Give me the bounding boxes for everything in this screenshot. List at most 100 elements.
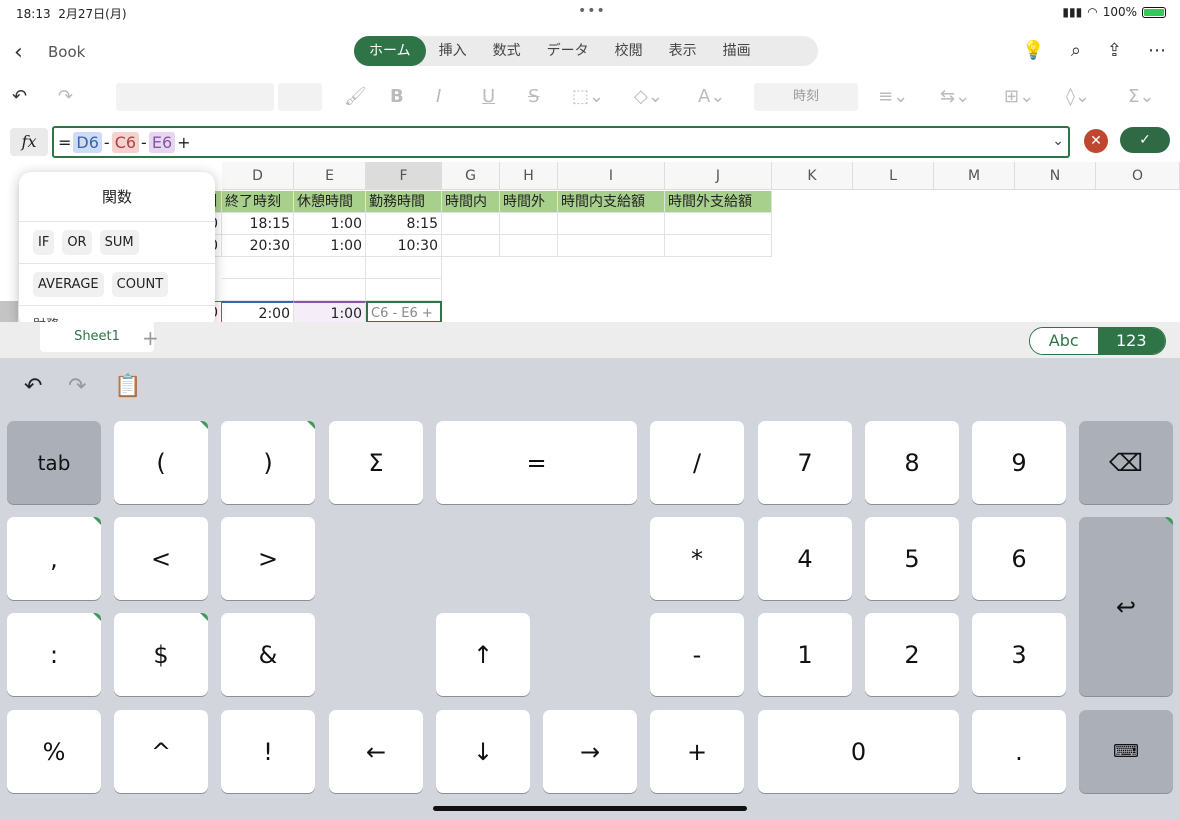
mode-abc-button[interactable]: Abc	[1030, 328, 1098, 354]
cell-f-header[interactable]: 勤務時間	[366, 191, 442, 213]
column-header-f[interactable]: F	[366, 162, 442, 190]
confirm-formula-button[interactable]: ✓	[1120, 127, 1170, 153]
key-period[interactable]: .	[972, 710, 1066, 793]
bold-icon[interactable]: B	[390, 86, 404, 107]
cell-d-header[interactable]: 終了時刻	[222, 191, 294, 213]
clipboard-icon[interactable]: 📋	[114, 374, 141, 399]
formula-ref-d6[interactable]: D6	[73, 131, 102, 153]
key-1[interactable]: 1	[758, 613, 852, 696]
key-2[interactable]: 2	[865, 613, 959, 696]
cell-i-header[interactable]: 時間内支給額	[558, 191, 665, 213]
function-if-button[interactable]: IF	[33, 230, 55, 255]
fill-color-icon[interactable]: ◇⌄	[634, 86, 663, 107]
key-dollar[interactable]: $	[114, 613, 208, 696]
font-size-box[interactable]	[278, 83, 322, 111]
cell-d-row1[interactable]: 18:15	[222, 213, 294, 235]
cell-empty[interactable]	[500, 235, 558, 257]
cell-d6-highlight[interactable]: 2:00	[222, 301, 294, 322]
column-header-e[interactable]: E	[294, 162, 366, 190]
column-header-n[interactable]: N	[1015, 162, 1096, 190]
cell-empty[interactable]	[442, 213, 500, 235]
function-count-button[interactable]: COUNT	[111, 272, 169, 297]
formula-ref-e6[interactable]: E6	[148, 131, 176, 153]
key-arrow-right[interactable]: →	[543, 710, 637, 793]
tab-draw[interactable]: 描画	[710, 36, 764, 66]
search-icon[interactable]: ⌕	[1071, 40, 1081, 61]
wrap-icon[interactable]: ⇆⌄	[940, 86, 970, 107]
more-icon[interactable]: ⋯	[1148, 40, 1166, 61]
keyboard-undo-icon[interactable]: ↶	[24, 374, 42, 399]
cell-e-row1[interactable]: 1:00	[294, 213, 366, 235]
key-caret[interactable]: ^	[114, 710, 208, 793]
row-header-6[interactable]	[0, 301, 18, 322]
key-backspace[interactable]: ⌫	[1079, 421, 1173, 504]
cancel-formula-button[interactable]: ✕	[1084, 129, 1108, 153]
sheet-tab-sheet1[interactable]: Sheet1	[40, 322, 154, 352]
key-sigma[interactable]: Σ	[329, 421, 423, 504]
eraser-icon[interactable]: ◊⌄	[1066, 86, 1090, 107]
formula-ref-c6[interactable]: C6	[111, 131, 140, 153]
key-return[interactable]: ↩	[1079, 517, 1173, 696]
cell-j-header[interactable]: 時間外支給額	[665, 191, 772, 213]
key-7[interactable]: 7	[758, 421, 852, 504]
key-arrow-down[interactable]: ↓	[436, 710, 530, 793]
key-dismiss-keyboard[interactable]: ⌨	[1079, 710, 1173, 793]
cell-empty[interactable]	[665, 213, 772, 235]
underline-icon[interactable]: U	[482, 86, 495, 107]
key-comma[interactable]: ,	[7, 517, 101, 600]
column-header-l[interactable]: L	[853, 162, 934, 190]
cell-empty[interactable]	[558, 213, 665, 235]
keyboard-redo-icon[interactable]: ↷	[68, 374, 86, 399]
column-header-g[interactable]: G	[442, 162, 500, 190]
key-minus[interactable]: -	[650, 613, 744, 696]
cell-empty[interactable]	[665, 235, 772, 257]
key-less-than[interactable]: <	[114, 517, 208, 600]
tab-view[interactable]: 表示	[656, 36, 710, 66]
strikethrough-icon[interactable]: S	[528, 86, 539, 107]
share-icon[interactable]: ⇪	[1107, 40, 1122, 61]
cell-f6-editing[interactable]: C6 - E6 +	[366, 301, 442, 322]
add-sheet-button[interactable]: +	[142, 326, 159, 350]
redo-icon[interactable]: ↷	[58, 86, 73, 107]
keyboard-mode-switch[interactable]: Abc 123	[1029, 327, 1166, 355]
key-6[interactable]: 6	[972, 517, 1066, 600]
tab-data[interactable]: データ	[534, 36, 602, 66]
tab-insert[interactable]: 挿入	[426, 36, 480, 66]
key-colon[interactable]: :	[7, 613, 101, 696]
number-format-box[interactable]: 時刻	[754, 83, 858, 111]
key-8[interactable]: 8	[865, 421, 959, 504]
column-header-o[interactable]: O	[1096, 162, 1180, 190]
font-name-box[interactable]	[116, 83, 274, 111]
key-5[interactable]: 5	[865, 517, 959, 600]
cell-empty[interactable]	[558, 235, 665, 257]
key-percent[interactable]: %	[7, 710, 101, 793]
function-or-button[interactable]: OR	[62, 230, 92, 255]
key-ampersand[interactable]: &	[221, 613, 315, 696]
column-header-k[interactable]: K	[772, 162, 853, 190]
key-asterisk[interactable]: *	[650, 517, 744, 600]
font-color-icon[interactable]: A⌄	[698, 86, 725, 107]
key-slash[interactable]: /	[650, 421, 744, 504]
format-painter-icon[interactable]: 🖌	[344, 86, 367, 107]
italic-icon[interactable]: I	[436, 86, 441, 107]
cell-h-header[interactable]: 時間外	[500, 191, 558, 213]
cell-empty[interactable]	[222, 279, 294, 301]
key-3[interactable]: 3	[972, 613, 1066, 696]
cell-e-header[interactable]: 休憩時間	[294, 191, 366, 213]
function-sum-button[interactable]: SUM	[99, 230, 139, 255]
multitask-dots-icon[interactable]: •••	[578, 3, 606, 19]
cell-empty[interactable]	[442, 235, 500, 257]
lightbulb-icon[interactable]: 💡	[1022, 40, 1044, 61]
cell-empty[interactable]	[294, 279, 366, 301]
cell-empty[interactable]	[500, 213, 558, 235]
key-plus[interactable]: +	[650, 710, 744, 793]
cell-empty[interactable]	[294, 257, 366, 279]
align-icon[interactable]: ≡⌄	[878, 86, 908, 107]
key-close-paren[interactable]: )	[221, 421, 315, 504]
document-title[interactable]: Book	[48, 43, 85, 61]
formula-input[interactable]: = D6 - C6 - E6 + ⌄	[52, 126, 1070, 158]
key-0[interactable]: 0	[758, 710, 959, 793]
home-indicator[interactable]	[433, 806, 747, 811]
cell-f-row1[interactable]: 8:15	[366, 213, 442, 235]
key-9[interactable]: 9	[972, 421, 1066, 504]
